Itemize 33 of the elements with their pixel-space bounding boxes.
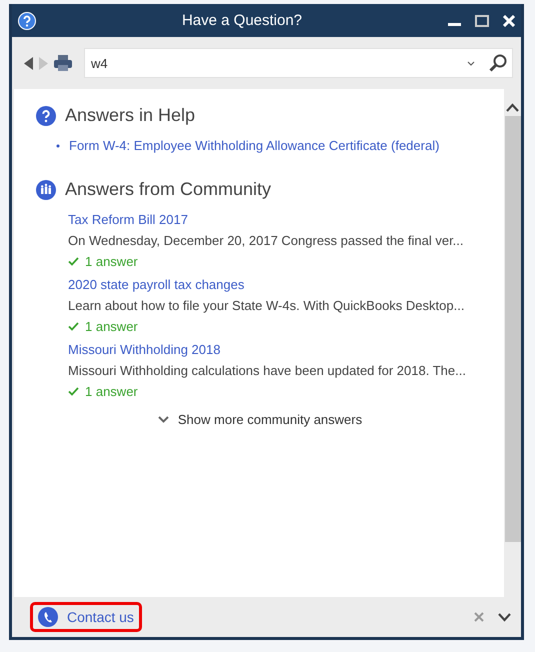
chevron-down-icon[interactable] — [467, 60, 475, 66]
show-more-button[interactable]: Show more community answers — [36, 411, 484, 428]
section-heading: Answers in Help — [65, 105, 196, 126]
search-icon[interactable] — [489, 54, 507, 72]
post-excerpt: Missouri Withholding calculations have been updated for 2018. The... — [68, 363, 467, 378]
back-icon[interactable] — [24, 56, 33, 70]
post-title-link[interactable]: Missouri Withholding 2018 — [68, 342, 484, 357]
chevron-down-icon — [158, 416, 169, 423]
post-title-link[interactable]: Tax Reform Bill 2017 — [68, 212, 484, 227]
answer-count: 1 answer — [85, 384, 138, 399]
scroll-down-icon[interactable] — [498, 612, 511, 622]
post-excerpt: Learn about how to file your State W-4s. With QuickBooks Desktop... — [68, 298, 466, 313]
contact-link[interactable]: Contact us — [30, 602, 142, 632]
check-icon — [68, 387, 79, 396]
maximize-icon[interactable] — [475, 14, 489, 26]
scroll-thumb[interactable] — [504, 116, 520, 542]
phone-icon — [38, 607, 58, 627]
search-field[interactable]: w4 — [84, 48, 513, 78]
help-link[interactable]: Form W-4: Employee Withholding Allowance Certificate (federal) — [69, 138, 440, 153]
check-icon — [68, 257, 79, 266]
question-icon — [36, 106, 56, 126]
window-title: Have a Question? — [180, 12, 304, 29]
answer-count: 1 answer — [85, 254, 138, 269]
post-excerpt: On Wednesday, December 20, 2017 Congress passed the final ver... — [68, 233, 465, 248]
help-icon[interactable] — [18, 12, 36, 30]
answer-count: 1 answer — [85, 319, 138, 334]
people-icon — [36, 180, 56, 200]
printer-icon[interactable] — [54, 55, 72, 71]
scroll-up-icon[interactable] — [506, 103, 519, 112]
bullet-icon — [56, 144, 60, 148]
post-title-link[interactable]: 2020 state payroll tax changes — [68, 277, 484, 292]
section-heading: Answers from Community — [65, 179, 272, 200]
check-icon — [68, 322, 79, 331]
